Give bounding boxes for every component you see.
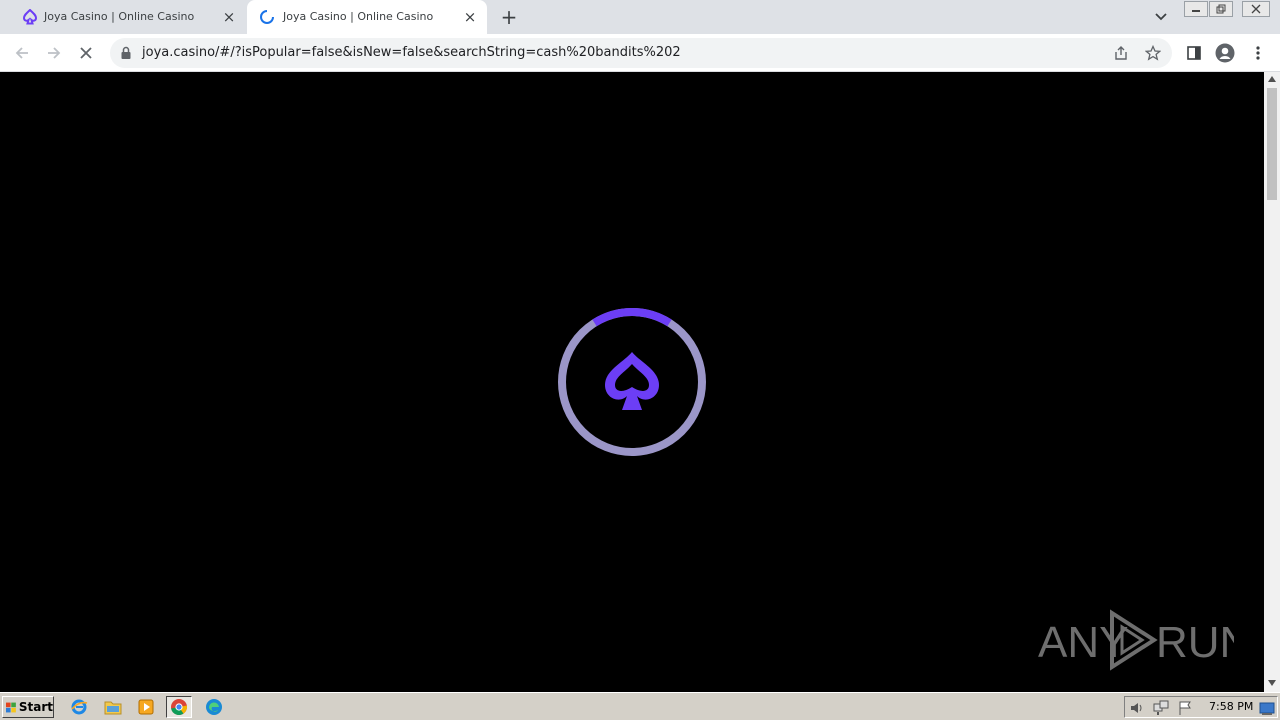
- arrow-left-icon: [15, 47, 28, 59]
- avatar-icon: [1215, 43, 1235, 63]
- menu-button[interactable]: [1245, 40, 1271, 66]
- arrow-right-icon: [48, 47, 61, 59]
- media-player-icon[interactable]: [133, 696, 159, 718]
- edge-icon[interactable]: [201, 696, 227, 718]
- anyrun-watermark: ANY RUN: [1038, 607, 1251, 673]
- loading-spinner-icon: [260, 10, 274, 24]
- chrome-icon[interactable]: [166, 696, 192, 718]
- profile-button[interactable]: [1212, 40, 1238, 66]
- clock[interactable]: 7:58 PM: [1209, 700, 1253, 713]
- back-button[interactable]: [9, 40, 35, 66]
- scroll-up-icon[interactable]: [1268, 76, 1276, 82]
- page-viewport: ANY RUN: [0, 72, 1264, 692]
- tab-joya-casino-2[interactable]: Joya Casino | Online Casino ×: [247, 0, 487, 34]
- flag-icon[interactable]: [1177, 700, 1193, 716]
- scroll-down-icon[interactable]: [1268, 680, 1276, 686]
- watermark-text-run: RUN: [1156, 618, 1234, 667]
- folder-icon[interactable]: [100, 696, 126, 718]
- spade-icon: [605, 352, 659, 410]
- scrollbar-thumb[interactable]: [1267, 88, 1277, 200]
- loader-ring: [558, 308, 706, 456]
- page-scrollbar[interactable]: [1264, 72, 1280, 692]
- close-icon: [80, 47, 92, 59]
- network-icon[interactable]: [1153, 700, 1169, 716]
- browser-toolbar: joya.casino/#/?isPopular=false&isNew=fal…: [0, 34, 1280, 72]
- forward-button[interactable]: [41, 40, 67, 66]
- chevron-down-icon[interactable]: [1151, 7, 1171, 27]
- joya-spade-icon: [22, 9, 38, 25]
- tab-title: Joya Casino | Online Casino: [283, 10, 434, 23]
- spade-loader-icon: [558, 308, 706, 456]
- system-tray: 7:58 PM: [1124, 696, 1278, 718]
- kebab-menu-icon: [1256, 46, 1260, 60]
- windows-logo-icon: [6, 702, 16, 712]
- address-bar[interactable]: joya.casino/#/?isPopular=false&isNew=fal…: [110, 38, 1172, 68]
- stop-loading-button[interactable]: [73, 40, 99, 66]
- new-tab-button[interactable]: +: [498, 6, 520, 28]
- loader-progress-arc: [558, 308, 706, 456]
- star-icon[interactable]: [1145, 45, 1161, 61]
- lock-icon: [121, 46, 131, 59]
- side-panel-icon: [1187, 46, 1201, 60]
- start-button[interactable]: Start: [2, 696, 54, 718]
- speaker-icon[interactable]: [1129, 700, 1145, 716]
- show-desktop-icon[interactable]: [1259, 700, 1275, 716]
- close-tab-icon[interactable]: ×: [220, 8, 238, 26]
- anyrun-logo: ANY RUN: [1038, 609, 1251, 671]
- share-icon[interactable]: [1113, 45, 1129, 61]
- minimize-icon[interactable]: [1184, 1, 1208, 17]
- restore-icon[interactable]: [1209, 1, 1233, 17]
- tab-strip: Joya Casino | Online Casino × Joya Casin…: [0, 0, 1280, 34]
- start-label: Start: [18, 700, 53, 714]
- tab-joya-casino-1[interactable]: Joya Casino | Online Casino ×: [8, 0, 246, 34]
- side-panel-button[interactable]: [1181, 40, 1207, 66]
- tab-title: Joya Casino | Online Casino: [44, 10, 195, 23]
- close-window-icon[interactable]: [1242, 1, 1270, 17]
- watermark-text-any: ANY: [1038, 618, 1128, 667]
- url-text: joya.casino/#/?isPopular=false&isNew=fal…: [142, 45, 681, 60]
- windows-taskbar: Start 7:58 PM: [0, 692, 1280, 720]
- close-tab-icon[interactable]: ×: [461, 8, 479, 26]
- internet-explorer-icon[interactable]: [66, 696, 92, 718]
